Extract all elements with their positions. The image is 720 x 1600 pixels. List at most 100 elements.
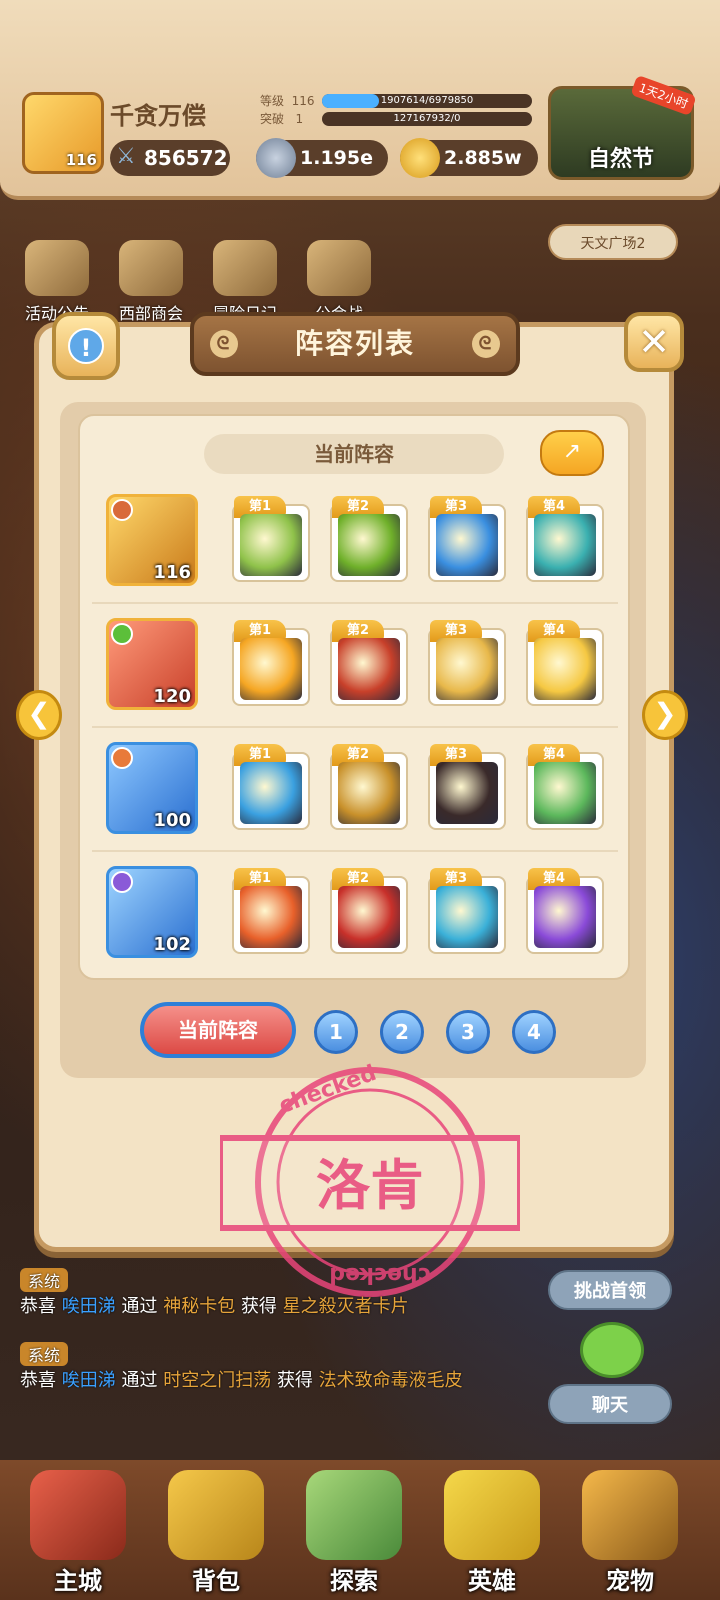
book-icon <box>213 240 277 296</box>
info-icon: ! <box>68 328 104 364</box>
skill-slot-4[interactable]: 第4 <box>526 496 604 582</box>
skill-slot-3[interactable]: 第3 <box>428 868 506 954</box>
element-badge-icon <box>111 747 133 769</box>
nav-backpack[interactable]: 背包 <box>156 1470 276 1600</box>
tab-lineup-3[interactable]: 3 <box>446 1010 490 1054</box>
backpack-icon <box>168 1470 264 1560</box>
player-level: 116 <box>65 151 97 169</box>
skill-slot-1[interactable]: 第1 <box>232 868 310 954</box>
hero-level: 102 <box>153 934 191 955</box>
skill-slot-1[interactable]: 第1 <box>232 744 310 830</box>
nav-pets[interactable]: 宠物 <box>570 1470 690 1600</box>
breakthrough-progress-bar: 127167932/0 <box>322 112 532 126</box>
nav-main-city[interactable]: 主城 <box>18 1470 138 1600</box>
plaza-location[interactable]: 天文广场2 <box>548 224 678 260</box>
skill-slot-1[interactable]: 第1 <box>232 496 310 582</box>
prev-page-arrow[interactable]: ❮ <box>16 690 62 740</box>
chat-bubble-icon[interactable] <box>580 1322 644 1378</box>
skill-icon <box>534 762 596 824</box>
hero-level: 100 <box>153 810 191 831</box>
skill-icon <box>534 638 596 700</box>
skill-icon <box>240 638 302 700</box>
row-divider <box>92 602 618 604</box>
arrow-left-icon: ❮ <box>27 697 51 730</box>
swirl-right-icon: ᘓ <box>472 330 500 358</box>
skill-icon <box>240 514 302 576</box>
level-progress-bar: 1907614/6979850 <box>322 94 532 108</box>
skill-slot-2[interactable]: 第2 <box>330 496 408 582</box>
nature-festival-event[interactable]: 1天2小时 自然节 <box>548 74 697 180</box>
hero-portrait[interactable]: 120 <box>106 618 198 710</box>
skill-slot-2[interactable]: 第2 <box>330 620 408 706</box>
challenge-boss-button[interactable]: 挑战首领 <box>548 1270 672 1310</box>
menu-western-guild[interactable]: 西部商会 <box>108 240 194 324</box>
row-divider <box>92 726 618 728</box>
chat-message: 系统 恭喜 唉田涕 通过 神秘卡包 获得 星之殺灭者卡片 <box>20 1268 409 1318</box>
stat-label-level: 等级 116 <box>260 94 315 108</box>
skill-icon <box>338 638 400 700</box>
section-title: 当前阵容 <box>204 434 504 474</box>
gem-icon <box>256 138 296 178</box>
swirl-left-icon: ᘓ <box>210 330 238 358</box>
player-avatar[interactable]: 116 <box>22 92 104 174</box>
skill-icon <box>436 638 498 700</box>
festival-label: 自然节 <box>587 147 654 172</box>
tab-lineup-2[interactable]: 2 <box>380 1010 424 1054</box>
skill-slot-4[interactable]: 第4 <box>526 744 604 830</box>
close-button[interactable]: ✕ <box>624 312 684 372</box>
tab-current-lineup[interactable]: 当前阵容 <box>140 1002 296 1058</box>
skill-slot-2[interactable]: 第2 <box>330 744 408 830</box>
skill-icon <box>240 886 302 948</box>
modal-title: ᘓ 阵容列表 ᘓ <box>190 312 520 376</box>
hero-portrait[interactable]: 102 <box>106 866 198 958</box>
sword-icon: ⚔ <box>116 144 136 169</box>
next-page-arrow[interactable]: ❯ <box>642 690 688 740</box>
skill-icon <box>338 762 400 824</box>
element-badge-icon <box>111 499 133 521</box>
chat-button[interactable]: 聊天 <box>548 1384 672 1424</box>
hero-icon <box>444 1470 540 1560</box>
share-button[interactable]: ↗ <box>540 430 604 476</box>
castle-icon <box>30 1470 126 1560</box>
skill-icon <box>338 886 400 948</box>
skill-icon <box>338 514 400 576</box>
skill-icon <box>534 514 596 576</box>
skill-slot-4[interactable]: 第4 <box>526 868 604 954</box>
tab-lineup-1[interactable]: 1 <box>314 1010 358 1054</box>
gold-currency[interactable]: 2.885w <box>400 138 538 178</box>
info-button[interactable]: ! <box>52 312 120 380</box>
merchant-icon <box>119 240 183 296</box>
hero-portrait[interactable]: 100 <box>106 742 198 834</box>
pet-icon <box>582 1470 678 1560</box>
close-icon: ✕ <box>638 320 670 364</box>
map-icon <box>306 1470 402 1560</box>
scroll-icon <box>25 240 89 296</box>
combat-power: ⚔ 856572 <box>110 140 230 176</box>
nav-heroes[interactable]: 英雄 <box>432 1470 552 1600</box>
arrow-right-icon: ❯ <box>653 697 677 730</box>
skill-slot-3[interactable]: 第3 <box>428 620 506 706</box>
skill-slot-1[interactable]: 第1 <box>232 620 310 706</box>
skill-icon <box>240 762 302 824</box>
gold-coin-icon <box>400 138 440 178</box>
skill-slot-3[interactable]: 第3 <box>428 496 506 582</box>
row-divider <box>92 850 618 852</box>
element-badge-icon <box>111 871 133 893</box>
skill-icon <box>436 886 498 948</box>
system-tag: 系统 <box>20 1268 69 1292</box>
hero-portrait[interactable]: 116 <box>106 494 198 586</box>
gem-currency[interactable]: 1.195e <box>256 138 388 178</box>
skill-slot-3[interactable]: 第3 <box>428 744 506 830</box>
nav-explore[interactable]: 探索 <box>294 1470 414 1600</box>
system-tag: 系统 <box>20 1342 69 1366</box>
share-icon: ↗ <box>562 439 582 464</box>
guild-emblem-icon <box>307 240 371 296</box>
skill-icon <box>534 886 596 948</box>
tab-lineup-4[interactable]: 4 <box>512 1010 556 1054</box>
chat-message: 系统 恭喜 唉田涕 通过 时空之门扫荡 获得 法术致命毒液毛皮 <box>20 1342 520 1392</box>
skill-slot-4[interactable]: 第4 <box>526 620 604 706</box>
skill-icon <box>436 514 498 576</box>
stat-label-breakthrough: 突破 1 <box>260 112 304 126</box>
element-badge-icon <box>111 623 133 645</box>
skill-slot-2[interactable]: 第2 <box>330 868 408 954</box>
